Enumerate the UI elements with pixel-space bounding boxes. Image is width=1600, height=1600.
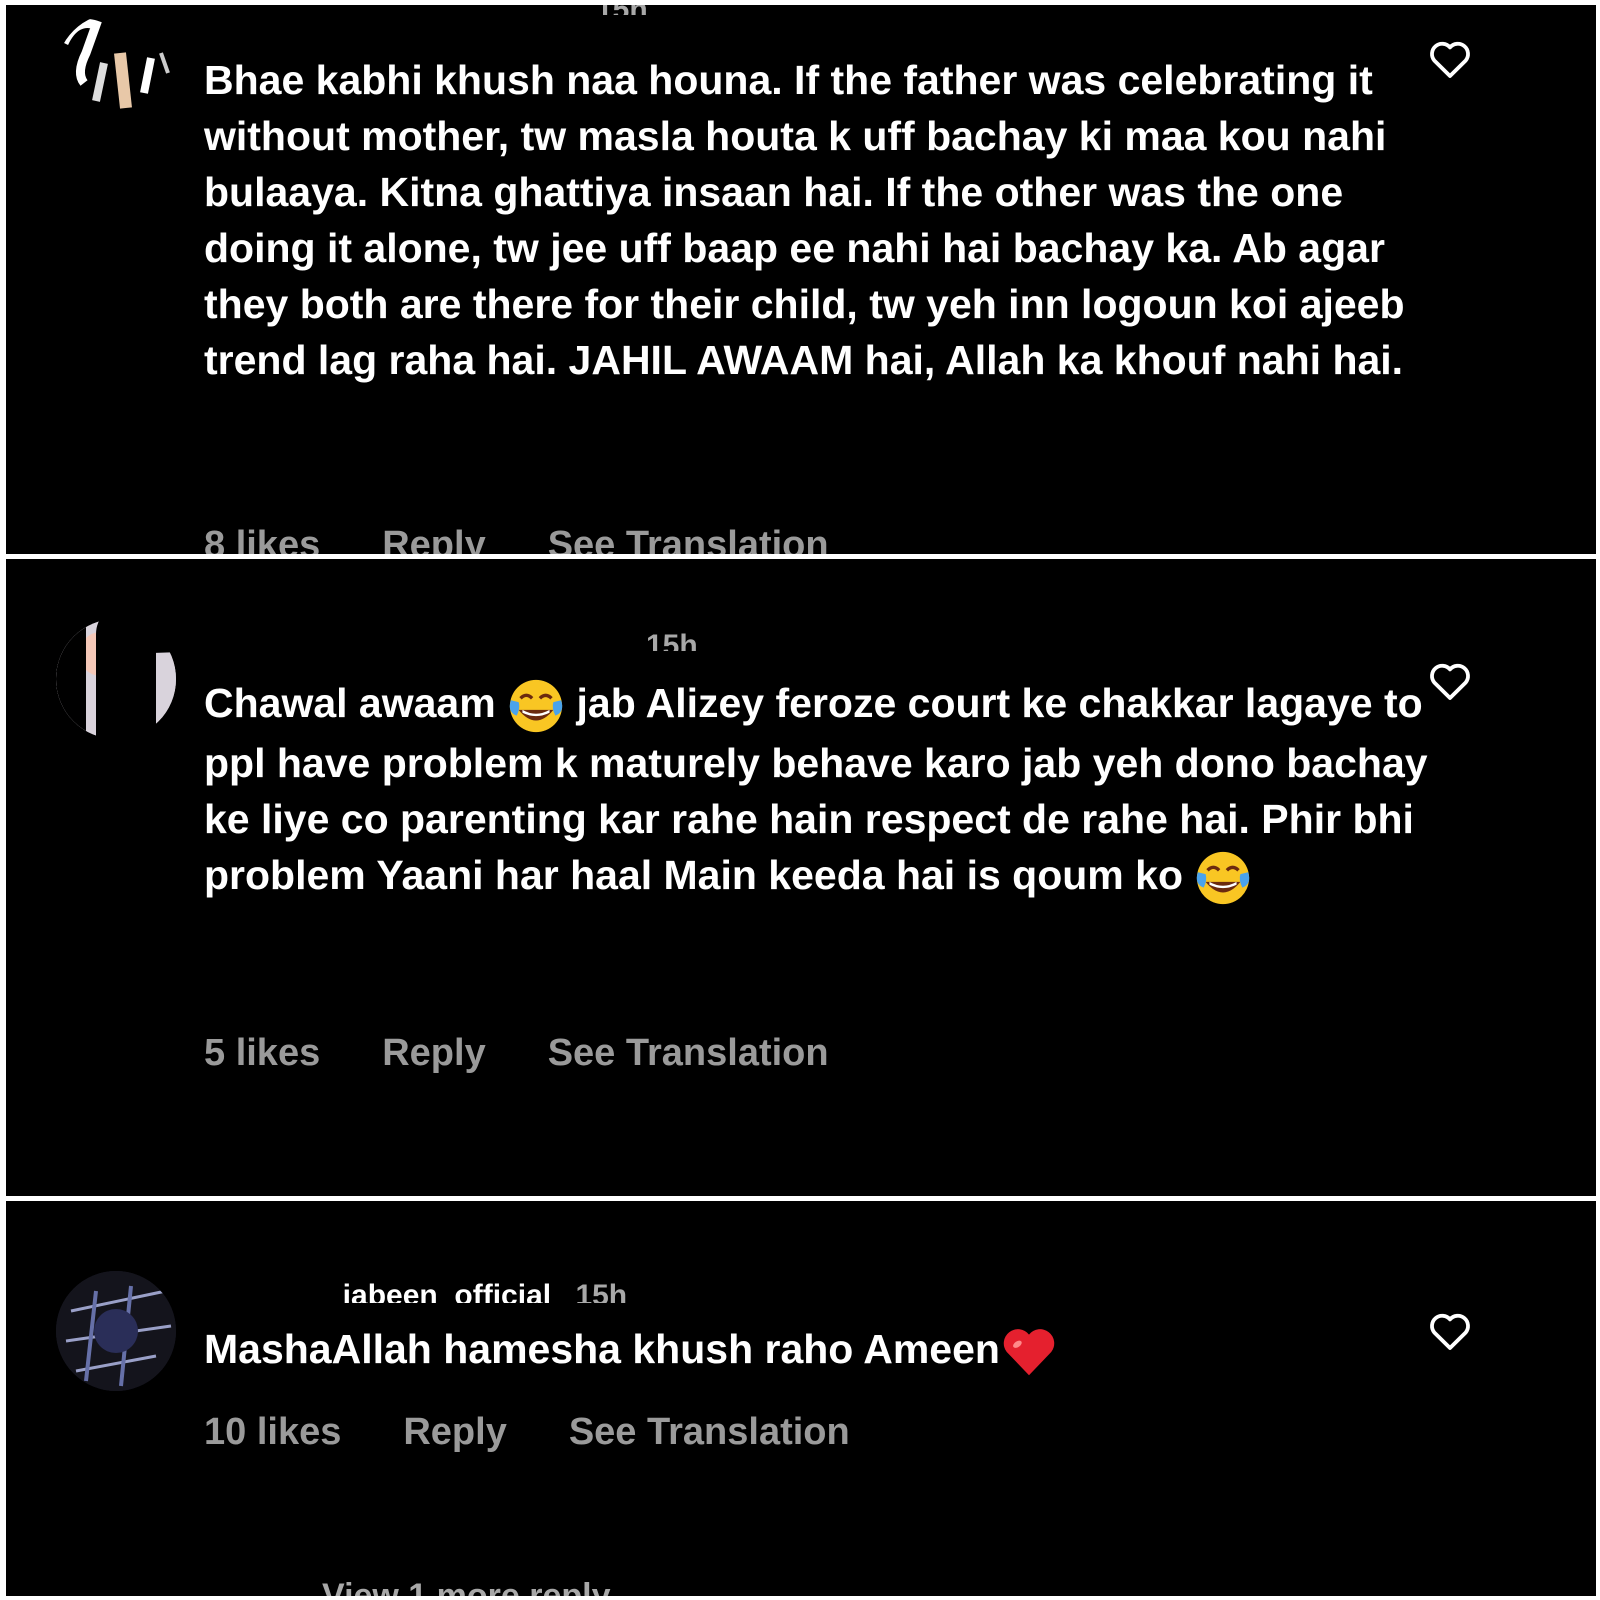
comment-panel: 15h Chawal awaam jab Alizey feroze court… bbox=[6, 559, 1596, 1196]
redaction-scribble bbox=[96, 604, 156, 804]
heart-outline-icon[interactable] bbox=[1426, 1307, 1474, 1355]
view-replies-button[interactable]: View 1 more reply bbox=[322, 1577, 611, 1596]
comment-text: Bhae kabhi khush naa houna. If the fathe… bbox=[204, 57, 1405, 383]
see-translation-button[interactable]: See Translation bbox=[548, 524, 829, 554]
comment-timestamp: 15h bbox=[646, 629, 698, 651]
comment-timestamp: 15h bbox=[596, 5, 648, 15]
comment-panel: 15h Bhae kabhi khush naa houna. If the f… bbox=[6, 5, 1596, 554]
reply-button[interactable]: Reply bbox=[382, 524, 485, 554]
likes-count[interactable]: 10 likes bbox=[204, 1411, 341, 1454]
see-translation-button[interactable]: See Translation bbox=[569, 1411, 850, 1454]
see-translation-button[interactable]: See Translation bbox=[548, 1032, 829, 1075]
comment-timestamp: 15h bbox=[575, 1279, 628, 1303]
view-replies-clip: View 1 more reply bbox=[6, 1571, 1596, 1596]
heart-outline-icon[interactable] bbox=[1426, 35, 1474, 83]
red-heart-icon bbox=[1003, 1329, 1055, 1376]
comment-username-row: _jabeen_official 15h bbox=[326, 1279, 627, 1303]
comment-panel: _jabeen_official 15h MashaAllah hamesha … bbox=[6, 1201, 1596, 1596]
avatar[interactable] bbox=[56, 13, 176, 133]
likes-count[interactable]: 5 likes bbox=[204, 1032, 320, 1075]
reply-button[interactable]: Reply bbox=[403, 1411, 506, 1454]
comment-text: MashaAllah hamesha khush raho Ameen bbox=[204, 1321, 1444, 1381]
replies-divider bbox=[204, 1595, 284, 1596]
view-replies-row[interactable]: View 1 more reply bbox=[204, 1577, 611, 1596]
face-with-tears-of-joy-icon bbox=[509, 680, 563, 733]
face-with-tears-of-joy-icon bbox=[1197, 852, 1250, 905]
comment-actions: 5 likes Reply See Translation bbox=[204, 1032, 891, 1075]
username[interactable]: _jabeen_official bbox=[326, 1279, 551, 1303]
heart-outline-icon[interactable] bbox=[1426, 657, 1474, 705]
redaction-scribble bbox=[130, 594, 692, 654]
comment-actions: 10 likes Reply See Translation bbox=[204, 1411, 912, 1454]
avatar[interactable] bbox=[56, 1271, 176, 1391]
comment-actions: 8 likes Reply See Translation bbox=[204, 524, 891, 554]
likes-count[interactable]: 8 likes bbox=[204, 524, 320, 554]
reply-button[interactable]: Reply bbox=[382, 1032, 485, 1075]
comment-actions-clip: 8 likes Reply See Translation bbox=[6, 510, 1596, 554]
comment-text: Chawal awaam jab Alizey feroze court ke … bbox=[204, 675, 1444, 907]
